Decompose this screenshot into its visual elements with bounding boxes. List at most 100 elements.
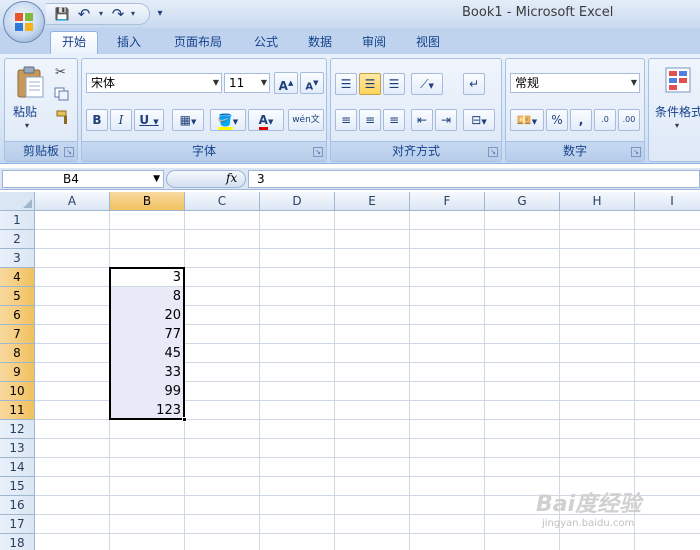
row-header-13[interactable]: 13 (0, 439, 35, 458)
number-launcher-icon[interactable]: ↘ (631, 147, 641, 157)
decrease-indent-button[interactable]: ⇤ (411, 109, 433, 131)
customize-qat-button[interactable]: ▾ (154, 5, 166, 23)
tab-review[interactable]: 审阅 (352, 32, 396, 54)
font-color-button[interactable]: A▼ (248, 109, 284, 131)
row-header-15[interactable]: 15 (0, 477, 35, 496)
column-header-I[interactable]: I (635, 192, 700, 211)
align-top-button[interactable]: ☰ (335, 73, 357, 95)
underline-button[interactable]: U ▼ (134, 109, 164, 131)
phonetic-icon: wén文 (292, 115, 320, 125)
clipboard-launcher-icon[interactable]: ↘ (64, 147, 74, 157)
name-box-dropdown-icon[interactable]: ▼ (153, 171, 160, 187)
align-right-button[interactable]: ≡ (383, 109, 405, 131)
tab-page-layout[interactable]: 页面布局 (162, 32, 234, 54)
shrink-font-button[interactable]: A▼ (300, 72, 324, 94)
row-header-7[interactable]: 7 (0, 325, 35, 344)
paste-dropdown-icon[interactable]: ▾ (25, 121, 29, 130)
wrap-text-button[interactable]: ↵ (463, 73, 485, 95)
row-header-8[interactable]: 8 (0, 344, 35, 363)
name-box[interactable]: B4 ▼ (2, 170, 164, 188)
column-header-G[interactable]: G (485, 192, 560, 211)
conditional-formatting-dropdown-icon[interactable]: ▾ (675, 121, 679, 130)
font-launcher-icon[interactable]: ↘ (313, 147, 323, 157)
tab-data[interactable]: 数据 (298, 32, 342, 54)
phonetic-guide-button[interactable]: wén文 (288, 109, 324, 131)
paste-button[interactable]: 粘贴 (13, 103, 37, 120)
formula-bar: B4 ▼ fx 3 (0, 168, 700, 190)
alignment-group-label: 对齐方式 (331, 141, 501, 161)
undo-button[interactable]: ↶ (76, 5, 92, 23)
comma-style-button[interactable]: , (570, 109, 592, 131)
insert-function-icon[interactable]: fx (226, 171, 237, 185)
italic-button[interactable]: I (110, 109, 132, 131)
row-header-1[interactable]: 1 (0, 211, 35, 230)
row-header-2[interactable]: 2 (0, 230, 35, 249)
column-header-E[interactable]: E (335, 192, 410, 211)
align-left-button[interactable]: ≡ (335, 109, 357, 131)
row-header-16[interactable]: 16 (0, 496, 35, 515)
cut-icon[interactable]: ✂ (55, 65, 66, 80)
column-header-C[interactable]: C (185, 192, 260, 211)
tab-insert[interactable]: 插入 (106, 32, 152, 54)
percent-style-button[interactable]: % (546, 109, 568, 131)
accounting-icon: 💴 (516, 113, 532, 127)
bold-button[interactable]: B (86, 109, 108, 131)
row-header-3[interactable]: 3 (0, 249, 35, 268)
increase-indent-button[interactable]: ⇥ (435, 109, 457, 131)
align-middle-button[interactable]: ☰ (359, 73, 381, 95)
save-button[interactable]: 💾 (54, 5, 70, 23)
select-all-icon (23, 199, 32, 208)
column-header-F[interactable]: F (410, 192, 485, 211)
row-header-4[interactable]: 4 (0, 268, 35, 287)
row-header-5[interactable]: 5 (0, 287, 35, 306)
row-header-10[interactable]: 10 (0, 382, 35, 401)
column-header-A[interactable]: A (35, 192, 110, 211)
office-button[interactable] (3, 1, 45, 43)
undo-dropdown-icon[interactable]: ▾ (96, 5, 106, 23)
row-header-6[interactable]: 6 (0, 306, 35, 325)
row-header-18[interactable]: 18 (0, 534, 35, 550)
row-gridline (35, 248, 700, 249)
row-header-14[interactable]: 14 (0, 458, 35, 477)
format-painter-icon[interactable] (55, 109, 71, 125)
column-header-H[interactable]: H (560, 192, 635, 211)
row-header-9[interactable]: 9 (0, 363, 35, 382)
number-format-combo[interactable]: 常规 ▼ (510, 73, 640, 93)
column-header-B[interactable]: B (110, 192, 185, 211)
number-format-dropdown-icon[interactable]: ▼ (631, 74, 637, 92)
redo-button[interactable]: ↷ (110, 5, 126, 23)
align-center-icon: ≡ (364, 113, 376, 127)
decrease-decimal-button[interactable]: .00 (618, 109, 640, 131)
font-size-dropdown-icon[interactable]: ▼ (261, 74, 267, 92)
merge-center-button[interactable]: ⊟▼ (463, 109, 495, 131)
row-header-12[interactable]: 12 (0, 420, 35, 439)
increase-decimal-button[interactable]: .0 (594, 109, 616, 131)
orientation-button[interactable]: ⟋▼ (411, 73, 443, 95)
row-header-17[interactable]: 17 (0, 515, 35, 534)
accounting-format-button[interactable]: 💴▼ (510, 109, 544, 131)
conditional-formatting-button[interactable]: 条件格式 (655, 103, 700, 120)
row-header-11[interactable]: 11 (0, 401, 35, 420)
borders-button[interactable]: ▦▼ (172, 109, 204, 131)
increase-decimal-icon: .0 (601, 115, 609, 124)
font-name-dropdown-icon[interactable]: ▼ (213, 74, 219, 92)
redo-dropdown-icon[interactable]: ▾ (128, 5, 138, 23)
alignment-launcher-icon[interactable]: ↘ (488, 147, 498, 157)
align-center-button[interactable]: ≡ (359, 109, 381, 131)
grow-font-button[interactable]: A▲ (274, 72, 298, 94)
font-size-combo[interactable]: 11 ▼ (224, 73, 270, 93)
conditional-formatting-icon[interactable] (665, 67, 691, 93)
select-all-button[interactable] (0, 192, 35, 211)
fill-color-button[interactable]: 🪣▼ (210, 109, 246, 131)
font-name-combo[interactable]: 宋体 ▼ (86, 73, 222, 93)
formula-input[interactable]: 3 (248, 170, 700, 188)
tab-home[interactable]: 开始 (50, 31, 98, 55)
align-top-icon: ☰ (340, 77, 352, 91)
paste-icon[interactable] (15, 65, 45, 99)
align-bottom-button[interactable]: ☰ (383, 73, 405, 95)
fill-handle[interactable] (182, 417, 187, 422)
copy-icon[interactable] (54, 87, 70, 101)
tab-formulas[interactable]: 公式 (244, 32, 288, 54)
tab-view[interactable]: 视图 (406, 32, 450, 54)
column-header-D[interactable]: D (260, 192, 335, 211)
